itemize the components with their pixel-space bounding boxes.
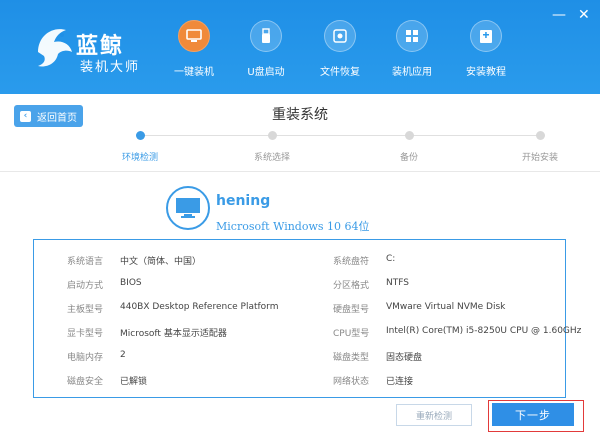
nav-tutorial[interactable]: 安装教程 [448, 20, 524, 82]
nav-label: 一键装机 [174, 67, 214, 78]
step-label-system-select: 系统选择 [253, 153, 290, 163]
close-button[interactable]: ✕ [578, 8, 590, 22]
info-value: 440BX Desktop Reference Platform [120, 302, 279, 312]
apps-grid-icon [396, 20, 428, 52]
step-dot-env-check [136, 131, 145, 140]
info-value: 已解锁 [120, 377, 148, 387]
info-value: BIOS [120, 278, 142, 288]
info-value: 固态硬盘 [386, 353, 423, 363]
info-value: 已连接 [386, 377, 414, 387]
info-value: C: [386, 254, 396, 264]
operating-system: Microsoft Windows 10 64位 [216, 220, 370, 233]
info-value: Intel(R) Core(TM) i5-8250U CPU @ 1.60GHz [386, 326, 582, 336]
nav-label: 安装教程 [466, 67, 506, 78]
info-value: 2 [120, 350, 126, 360]
step-dot-backup [405, 131, 414, 140]
info-value: VMware Virtual NVMe Disk [386, 302, 506, 312]
nav-install-apps[interactable]: 装机应用 [374, 20, 450, 82]
step-dot-install [536, 131, 545, 140]
tutorial-icon [470, 20, 502, 52]
page-title: 重装系统 [272, 107, 328, 123]
recheck-button[interactable]: 重新检测 [396, 404, 472, 426]
info-label: 硬盘型号 [333, 305, 370, 315]
info-label: 网络状态 [333, 377, 370, 387]
nav-file-recovery[interactable]: 文件恢复 [302, 20, 378, 82]
brand-subtitle: 装机大师 [80, 60, 141, 75]
info-label: 磁盘安全 [67, 377, 104, 387]
whale-logo-icon [38, 29, 72, 67]
info-value: 中文（简体、中国） [120, 257, 202, 267]
step-label-backup: 备份 [399, 153, 418, 163]
section-divider [0, 171, 600, 172]
info-label: 电脑内存 [67, 353, 104, 363]
minimize-button[interactable]: — [552, 8, 566, 22]
step-dot-system-select [268, 131, 277, 140]
info-value: NTFS [386, 278, 409, 288]
app-header: 蓝鲸 装机大师 一键装机 U盘启动 文件恢复 装机应用 安装教程 — ✕ [0, 0, 600, 94]
usb-icon [250, 20, 282, 52]
nav-label: U盘启动 [247, 67, 285, 78]
info-label: 显卡型号 [67, 329, 104, 339]
step-label-env-check: 环境检测 [121, 153, 158, 163]
next-step-button[interactable]: 下一步 [492, 403, 574, 426]
nav-label: 装机应用 [392, 67, 432, 78]
nav-one-click-install[interactable]: 一键装机 [156, 20, 232, 82]
computer-name: hening [216, 193, 271, 209]
steps-progress-line [140, 135, 540, 136]
monitor-icon [178, 20, 210, 52]
computer-icon [166, 186, 210, 230]
app-logo: 蓝鲸 装机大师 [30, 18, 170, 78]
info-label: 系统语言 [67, 257, 104, 267]
system-info-panel: 系统语言 中文（简体、中国） 系统盘符 C: 启动方式 BIOS 分区格式 NT… [33, 239, 581, 398]
info-label: 分区格式 [333, 281, 370, 291]
info-label: 系统盘符 [333, 257, 370, 267]
nav-usb-boot[interactable]: U盘启动 [228, 20, 304, 82]
info-label: CPU型号 [333, 329, 370, 339]
info-label: 主板型号 [67, 305, 104, 315]
step-label-install: 开始安装 [521, 153, 558, 163]
info-label: 磁盘类型 [333, 353, 370, 363]
info-label: 启动方式 [67, 281, 104, 291]
nav-label: 文件恢复 [320, 67, 360, 78]
file-recover-icon [324, 20, 356, 52]
info-value: Microsoft 基本显示适配器 [120, 329, 227, 339]
